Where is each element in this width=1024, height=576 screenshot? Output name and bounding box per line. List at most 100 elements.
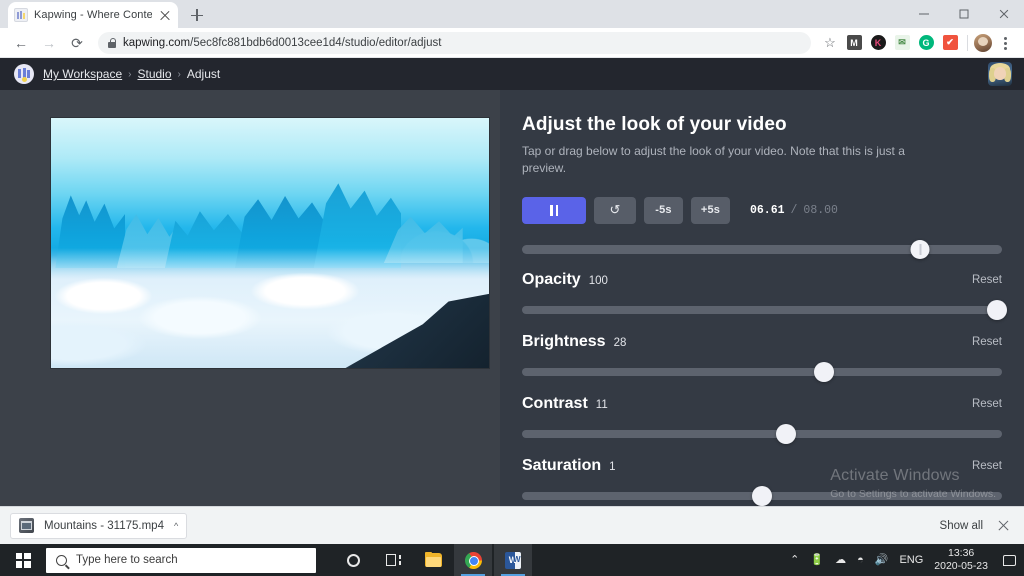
toolbar-divider <box>967 35 968 51</box>
control-value: 28 <box>614 337 627 349</box>
language-indicator[interactable]: ENG <box>899 554 923 566</box>
taskbar-search-placeholder: Type here to search <box>76 554 178 566</box>
clock-date: 2020-05-23 <box>934 560 988 572</box>
back-button[interactable]: ← <box>8 30 34 56</box>
breadcrumb: My Workspace › Studio › Adjust <box>43 67 220 81</box>
taskbar-search-input[interactable]: Type here to search <box>46 548 316 573</box>
tab-close-icon[interactable] <box>158 8 172 22</box>
loop-icon: ↺ <box>610 202 621 218</box>
todoist-extension-icon[interactable]: ✔ <box>939 32 961 54</box>
file-explorer-icon[interactable] <box>414 544 452 576</box>
downloads-bar: Mountains - 31175.mp4 ^ Show all <box>0 506 1024 544</box>
breadcrumb-separator: › <box>178 69 181 80</box>
address-bar[interactable]: kapwing.com/5ec8fc881bdb6d0013cee1d4/stu… <box>98 32 811 54</box>
close-downloads-bar-icon[interactable] <box>997 519 1010 532</box>
canvas-area <box>0 90 500 506</box>
slider-track[interactable] <box>522 430 1002 438</box>
slider-track[interactable] <box>522 368 1002 376</box>
window-maximize-button[interactable] <box>944 0 984 28</box>
reset-button[interactable]: Reset <box>972 336 1002 348</box>
gmail-extension-icon[interactable]: M <box>843 32 865 54</box>
timeline-scrubber[interactable] <box>522 241 1002 257</box>
volume-icon[interactable]: 🔊 <box>875 555 889 566</box>
taskbar-clock[interactable]: 13:36 2020-05-23 <box>934 547 988 574</box>
new-tab-button[interactable] <box>184 2 210 28</box>
download-file-name: Mountains - 31175.mp4 <box>44 520 164 532</box>
control-value: 100 <box>589 275 608 287</box>
timeline-scrubber-handle[interactable] <box>911 240 930 259</box>
adjust-controls-list: Opacity 100 Reset Brightness 28 Reset Contrast… <box>522 271 1002 505</box>
lock-icon <box>108 38 116 48</box>
kapwing-logo[interactable] <box>14 64 34 84</box>
browser-tab[interactable]: Kapwing - Where Content Creati <box>8 2 178 28</box>
current-time: 06.61 <box>750 204 785 217</box>
control-label: Opacity <box>522 271 581 288</box>
forward-5s-button[interactable]: +5s <box>691 197 730 224</box>
mail-extension-icon[interactable]: ✉ <box>891 32 913 54</box>
pause-icon <box>550 205 558 216</box>
address-bar-url: kapwing.com/5ec8fc881bdb6d0013cee1d4/stu… <box>123 37 441 49</box>
browser-profile-avatar[interactable] <box>974 34 992 52</box>
user-avatar[interactable] <box>988 62 1012 86</box>
windows-start-button[interactable] <box>0 544 46 576</box>
panel-title: Adjust the look of your video <box>522 114 1002 136</box>
windows-start-icon <box>16 553 31 568</box>
rewind-5s-button[interactable]: -5s <box>644 197 683 224</box>
reset-button[interactable]: Reset <box>972 398 1002 410</box>
control-label: Contrast <box>522 395 588 412</box>
reset-button[interactable]: Reset <box>972 460 1002 472</box>
onedrive-icon[interactable]: ☁ <box>835 555 846 566</box>
adjust-control-brightness: Brightness 28 Reset <box>522 333 1002 357</box>
slider-brightness[interactable] <box>522 363 1002 381</box>
breadcrumb-workspace[interactable]: My Workspace <box>43 67 122 81</box>
k-extension-icon[interactable]: K <box>867 32 889 54</box>
search-icon <box>56 555 67 566</box>
bookmark-star-icon[interactable]: ☆ <box>819 32 841 54</box>
video-preview[interactable] <box>51 118 489 368</box>
system-tray: ⌃ 🔋 ☁ ◓ 🔊 ENG 13:36 2020-05-23 <box>790 547 1024 574</box>
kapwing-favicon <box>14 8 28 22</box>
loop-button[interactable]: ↺ <box>594 197 636 224</box>
slider-saturation[interactable] <box>522 487 1002 505</box>
breadcrumb-separator: › <box>128 69 131 80</box>
slider-opacity[interactable] <box>522 301 1002 319</box>
window-minimize-button[interactable] <box>904 0 944 28</box>
grammarly-extension-icon[interactable]: G <box>915 32 937 54</box>
reload-button[interactable]: ⟳ <box>64 30 90 56</box>
kebab-menu-icon[interactable] <box>994 32 1016 54</box>
control-value: 11 <box>596 399 608 411</box>
editor-body: Adjust the look of your video Tap or dra… <box>0 90 1024 506</box>
play-pause-button[interactable] <box>522 197 586 224</box>
download-item[interactable]: Mountains - 31175.mp4 ^ <box>10 513 187 539</box>
window-close-button[interactable] <box>984 0 1024 28</box>
browser-toolbar: ← → ⟳ kapwing.com/5ec8fc881bdb6d0013cee1… <box>0 28 1024 58</box>
slider-handle[interactable] <box>776 424 796 444</box>
adjust-panel: Adjust the look of your video Tap or dra… <box>500 90 1024 506</box>
panel-subtitle: Tap or drag below to adjust the look of … <box>522 143 914 178</box>
action-center-icon[interactable] <box>1003 555 1016 566</box>
slider-handle[interactable] <box>987 300 1007 320</box>
slider-handle[interactable] <box>814 362 834 382</box>
slider-track[interactable] <box>522 306 1002 314</box>
breadcrumb-studio[interactable]: Studio <box>137 67 171 81</box>
show-all-downloads-button[interactable]: Show all <box>940 520 983 532</box>
forward-button[interactable]: → <box>36 30 62 56</box>
control-value: 1 <box>609 461 615 473</box>
window-controls <box>904 0 1024 28</box>
slider-contrast[interactable] <box>522 425 1002 443</box>
timeline-track[interactable] <box>522 245 1002 254</box>
clock-time: 13:36 <box>948 547 974 559</box>
time-display: 06.61 / 08.00 <box>750 204 838 217</box>
reset-button[interactable]: Reset <box>972 274 1002 286</box>
cortana-icon[interactable] <box>334 544 372 576</box>
wifi-icon[interactable]: ◓ <box>857 555 864 566</box>
chevron-up-icon[interactable]: ^ <box>174 521 178 531</box>
control-label: Brightness <box>522 333 606 350</box>
slider-handle[interactable] <box>752 486 772 506</box>
microsoft-word-icon[interactable]: WW <box>494 544 532 576</box>
tray-overflow-icon[interactable]: ⌃ <box>790 555 799 566</box>
task-view-icon[interactable] <box>374 544 412 576</box>
control-label: Saturation <box>522 457 601 474</box>
battery-icon[interactable]: 🔋 <box>810 555 824 566</box>
google-chrome-icon[interactable] <box>454 544 492 576</box>
